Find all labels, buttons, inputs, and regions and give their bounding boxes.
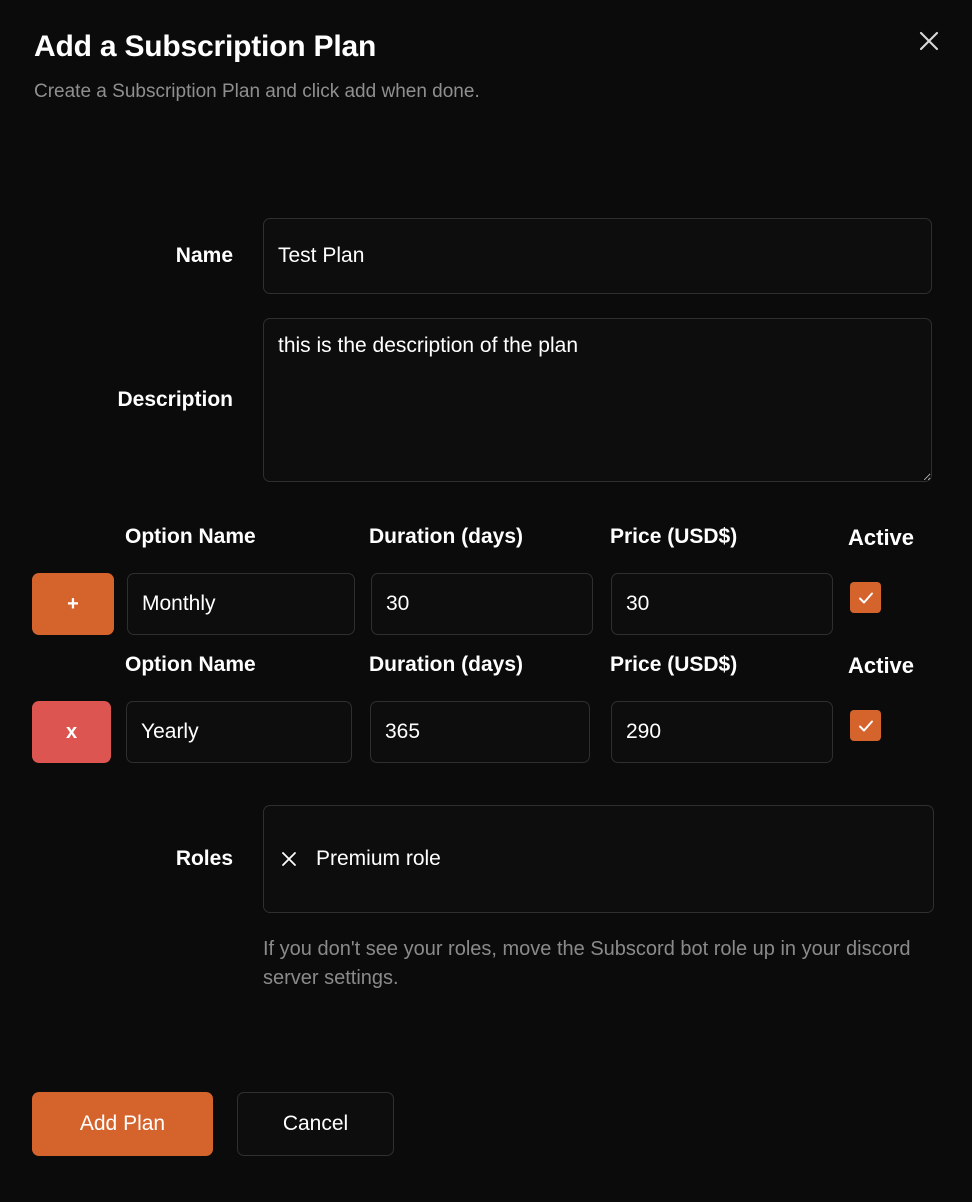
column-header-option-name: Option Name — [125, 653, 256, 676]
role-tag: Premium role — [278, 847, 441, 871]
column-header-duration: Duration (days) — [369, 525, 524, 548]
check-icon — [856, 588, 876, 608]
roles-label: Roles — [175, 847, 233, 870]
remove-role-icon[interactable] — [278, 848, 300, 870]
add-plan-button[interactable]: Add Plan — [32, 1092, 213, 1156]
option-active-checkbox[interactable] — [850, 582, 881, 613]
column-header-option-name: Option Name — [125, 525, 256, 548]
dialog-subtitle: Create a Subscription Plan and click add… — [34, 81, 480, 102]
option-duration-input[interactable] — [370, 701, 590, 763]
dialog-footer: Add Plan Cancel — [32, 1092, 394, 1156]
name-label: Name — [175, 244, 233, 267]
column-header-price: Price (USD$) — [610, 653, 738, 676]
option-column-headers: Option Name Duration (days) Price (USD$)… — [0, 525, 972, 559]
option-duration-input[interactable] — [371, 573, 593, 635]
page-title: Add a Subscription Plan — [34, 30, 377, 63]
column-header-duration: Duration (days) — [369, 653, 524, 676]
option-fields: x — [0, 701, 972, 763]
option-column-headers: Option Name Duration (days) Price (USD$)… — [0, 653, 972, 687]
close-icon — [917, 29, 941, 53]
remove-option-button[interactable]: x — [32, 701, 111, 763]
roles-hint-text: If you don't see your roles, move the Su… — [263, 938, 911, 989]
column-header-active: Active — [848, 653, 915, 678]
option-price-input[interactable] — [611, 573, 833, 635]
column-header-active: Active — [848, 525, 915, 550]
option-fields: + — [0, 573, 972, 635]
dialog-header: Add a Subscription Plan Create a Subscri… — [0, 0, 972, 104]
add-option-button[interactable]: + — [32, 573, 114, 635]
add-subscription-plan-dialog: Add a Subscription Plan Create a Subscri… — [0, 0, 972, 1202]
option-active-checkbox[interactable] — [850, 710, 881, 741]
plan-options-list: Option Name Duration (days) Price (USD$)… — [0, 525, 972, 781]
plan-option-row: Option Name Duration (days) Price (USD$)… — [0, 525, 972, 653]
option-price-input[interactable] — [611, 701, 833, 763]
cancel-button[interactable]: Cancel — [237, 1092, 394, 1156]
role-tag-label: Premium role — [316, 847, 441, 870]
close-dialog-button[interactable] — [912, 24, 946, 58]
roles-field-row: Roles Premium role — [0, 805, 972, 913]
option-name-input[interactable] — [127, 573, 355, 635]
column-header-price: Price (USD$) — [610, 525, 738, 548]
plan-option-row: Option Name Duration (days) Price (USD$)… — [0, 653, 972, 781]
plan-name-input[interactable] — [263, 218, 932, 294]
roles-multiselect[interactable]: Premium role — [263, 805, 934, 913]
description-field-row: Description — [0, 318, 972, 482]
check-icon — [856, 716, 876, 736]
plan-description-textarea[interactable] — [263, 318, 932, 482]
name-field-row: Name — [0, 218, 972, 294]
description-label: Description — [117, 388, 233, 411]
option-name-input[interactable] — [126, 701, 352, 763]
